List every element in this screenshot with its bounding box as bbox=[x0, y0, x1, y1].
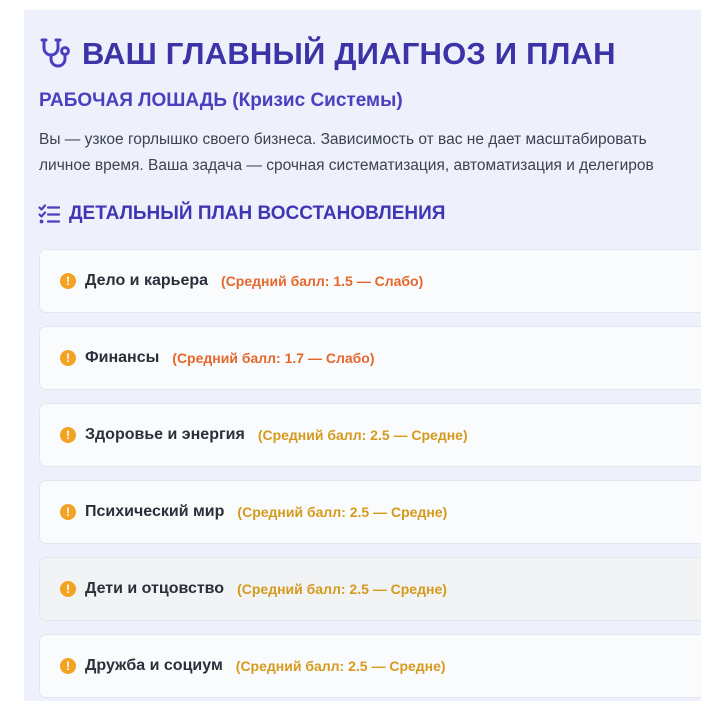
page-title-row: ВАШ ГЛАВНЫЙ ДИАГНОЗ И ПЛАН bbox=[38, 36, 616, 72]
warning-icon: ! bbox=[60, 427, 76, 443]
warning-icon: ! bbox=[60, 273, 76, 289]
plan-item-score: (Средний балл: 2.5 — Средне) bbox=[257, 427, 468, 443]
plan-item-name: Дело и карьера bbox=[85, 272, 209, 289]
plan-item-finance[interactable]: ! Финансы (Средний балл: 1.7 — Слабо) bbox=[39, 326, 701, 390]
plan-item-name: Здоровье и энергия bbox=[85, 426, 245, 443]
warning-icon: ! bbox=[60, 350, 76, 366]
warning-icon: ! bbox=[60, 581, 76, 597]
page-title: ВАШ ГЛАВНЫЙ ДИАГНОЗ И ПЛАН bbox=[82, 36, 616, 71]
description-line: Вы — узкое горлышко своего бизнеса. Зави… bbox=[39, 131, 647, 148]
plan-item-score: (Средний балл: 2.5 — Средне) bbox=[237, 504, 448, 520]
plan-item-mind[interactable]: ! Психический мир (Средний балл: 2.5 — С… bbox=[39, 480, 701, 544]
plan-item-name: Психический мир bbox=[85, 503, 225, 520]
plan-item-children[interactable]: ! Дети и отцовство (Средний балл: 2.5 — … bbox=[39, 557, 701, 621]
plan-item-score: (Средний балл: 2.5 — Средне) bbox=[237, 581, 447, 597]
plan-item-score: (Средний балл: 1.7 — Слабо) bbox=[172, 350, 375, 366]
plan-item-score: (Средний балл: 1.5 — Слабо) bbox=[221, 273, 424, 289]
plan-item-name: Дети и отцовство bbox=[85, 580, 225, 597]
plan-item-name: Дружба и социум bbox=[85, 657, 223, 674]
plan-item-name: Финансы bbox=[85, 349, 160, 366]
plan-title: ДЕТАЛЬНЫЙ ПЛАН ВОССТАНОВЛЕНИЯ bbox=[69, 203, 446, 224]
diagnosis-subtitle: РАБОЧАЯ ЛОШАДЬ (Кризис Системы) bbox=[39, 90, 403, 111]
warning-icon: ! bbox=[60, 658, 76, 674]
plan-item-score: (Средний балл: 2.5 — Средне) bbox=[235, 658, 446, 674]
description-line: личное время. Ваша задача — срочная сист… bbox=[39, 157, 654, 174]
plan-item-health[interactable]: ! Здоровье и энергия (Средний балл: 2.5 … bbox=[39, 403, 701, 467]
plan-item-career[interactable]: ! Дело и карьера (Средний балл: 1.5 — Сл… bbox=[39, 249, 701, 313]
diagnosis-description: Вы — узкое горлышко своего бизнеса. Зави… bbox=[39, 127, 701, 179]
plan-item-friends[interactable]: ! Дружба и социум (Средний балл: 2.5 — С… bbox=[39, 634, 701, 698]
diagnosis-panel: ВАШ ГЛАВНЫЙ ДИАГНОЗ И ПЛАН РАБОЧАЯ ЛОШАД… bbox=[24, 10, 701, 701]
stethoscope-icon bbox=[38, 36, 74, 72]
plan-heading: ДЕТАЛЬНЫЙ ПЛАН ВОССТАНОВЛЕНИЯ bbox=[38, 203, 445, 225]
plan-list: ! Дело и карьера (Средний балл: 1.5 — Сл… bbox=[39, 249, 701, 701]
checklist-icon bbox=[38, 203, 60, 225]
warning-icon: ! bbox=[60, 504, 76, 520]
